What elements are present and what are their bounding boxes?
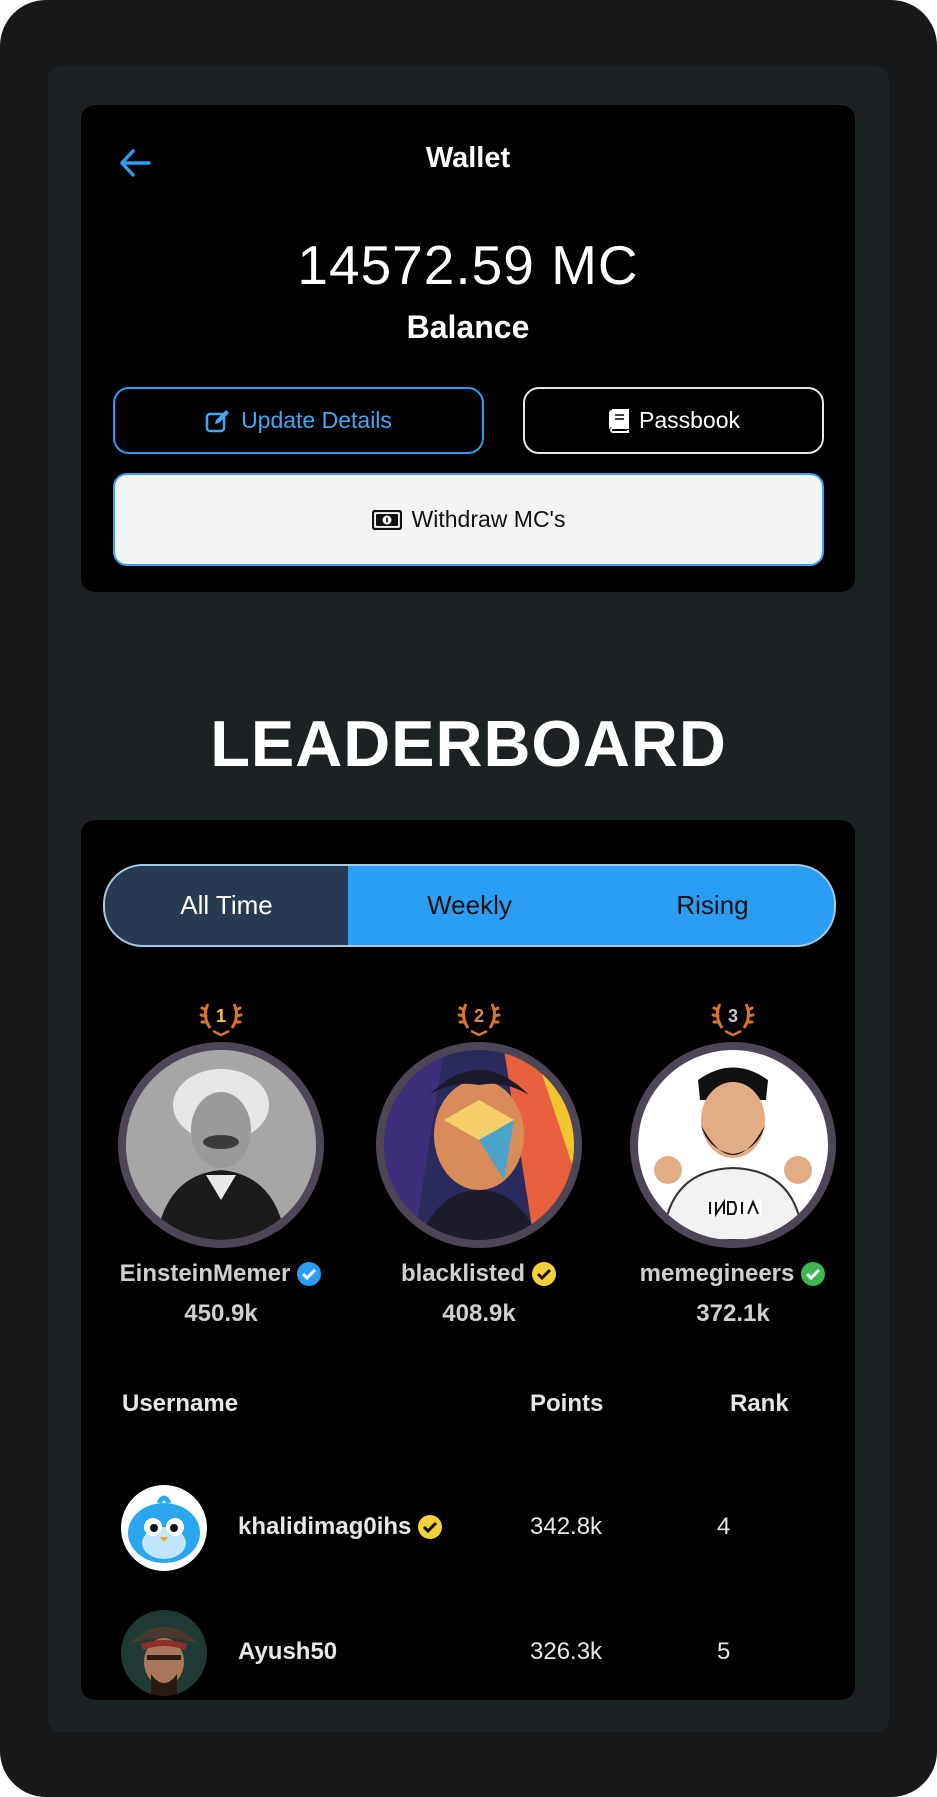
podium-points: 450.9k (184, 1300, 258, 1327)
podium-points: 408.9k (442, 1300, 516, 1327)
table-row[interactable]: khalidimag0ihs 342.8k 4 (81, 1485, 855, 1571)
edit-icon (205, 409, 230, 432)
withdraw-label: Withdraw MC's (411, 506, 566, 532)
money-bill-icon (371, 509, 402, 530)
column-header-username: Username (122, 1390, 239, 1417)
avatar (121, 1485, 207, 1571)
column-header-rank: Rank (730, 1390, 789, 1417)
row-rank: 4 (717, 1513, 731, 1540)
podium-rank-number: 3 (728, 1006, 738, 1026)
avatar-ring (376, 1042, 582, 1248)
leaderboard-tabs: All Time Weekly Rising (103, 864, 836, 947)
tab-all-time[interactable]: All Time (105, 866, 348, 945)
avatar (638, 1050, 828, 1240)
table-row[interactable]: Ayush50 326.3k 5 (81, 1610, 855, 1696)
balance-amount: 14572.59 MC (297, 234, 639, 296)
podium-first[interactable]: 1 EinsteinMemer 450.9k (101, 998, 341, 1328)
podium-username: EinsteinMemer (101, 1260, 341, 1288)
passbook-label: Passbook (638, 407, 740, 433)
passbook-button[interactable]: Passbook (523, 387, 824, 454)
avatar (384, 1050, 574, 1240)
update-details-button[interactable]: Update Details (113, 387, 484, 454)
podium-rank-number: 2 (474, 1006, 484, 1026)
book-icon (608, 408, 629, 433)
app-screen: Wallet 14572.59 MC Balance Update Detail… (48, 66, 889, 1732)
avatar-ring (118, 1042, 324, 1248)
tab-weekly[interactable]: Weekly (348, 866, 591, 945)
balance-label: Balance (406, 309, 530, 345)
avatar-ring (630, 1042, 836, 1248)
wallet-card: Wallet 14572.59 MC Balance Update Detail… (81, 105, 855, 592)
avatar (126, 1050, 316, 1240)
laurel-rank-icon: 2 (457, 1003, 501, 1036)
row-rank: 5 (717, 1638, 731, 1665)
podium-second[interactable]: 2 blacklisted 408.9k (359, 998, 599, 1328)
podium-rank-number: 1 (216, 1006, 226, 1026)
podium-username: blacklisted (359, 1260, 599, 1288)
leaderboard-card: All Time Weekly Rising 1 EinsteinMemer 4… (81, 820, 855, 1700)
row-points: 342.8k (530, 1513, 603, 1540)
laurel-rank-icon: 3 (711, 1003, 755, 1036)
podium-username: memegineers (613, 1260, 853, 1288)
verified-badge-icon (297, 1262, 322, 1286)
row-username: Ayush50 (238, 1638, 338, 1665)
row-points: 326.3k (530, 1638, 603, 1665)
verified-badge-icon (532, 1262, 557, 1286)
page-title: Wallet (425, 142, 511, 174)
podium-points: 372.1k (696, 1300, 770, 1327)
verified-badge-icon (418, 1515, 443, 1539)
leaderboard-title: LEADERBOARD (210, 707, 727, 780)
avatar (121, 1610, 207, 1696)
withdraw-button[interactable]: Withdraw MC's (113, 473, 824, 566)
phone-frame: Wallet 14572.59 MC Balance Update Detail… (0, 0, 937, 1797)
verified-badge-icon (801, 1262, 826, 1286)
update-details-label: Update Details (241, 407, 392, 433)
row-username: khalidimag0ihs (238, 1513, 443, 1541)
podium-third[interactable]: 3 memegineers 372.1k (613, 998, 853, 1328)
tab-rising[interactable]: Rising (591, 866, 834, 945)
column-header-points: Points (530, 1390, 604, 1417)
laurel-rank-icon: 1 (199, 1003, 243, 1036)
